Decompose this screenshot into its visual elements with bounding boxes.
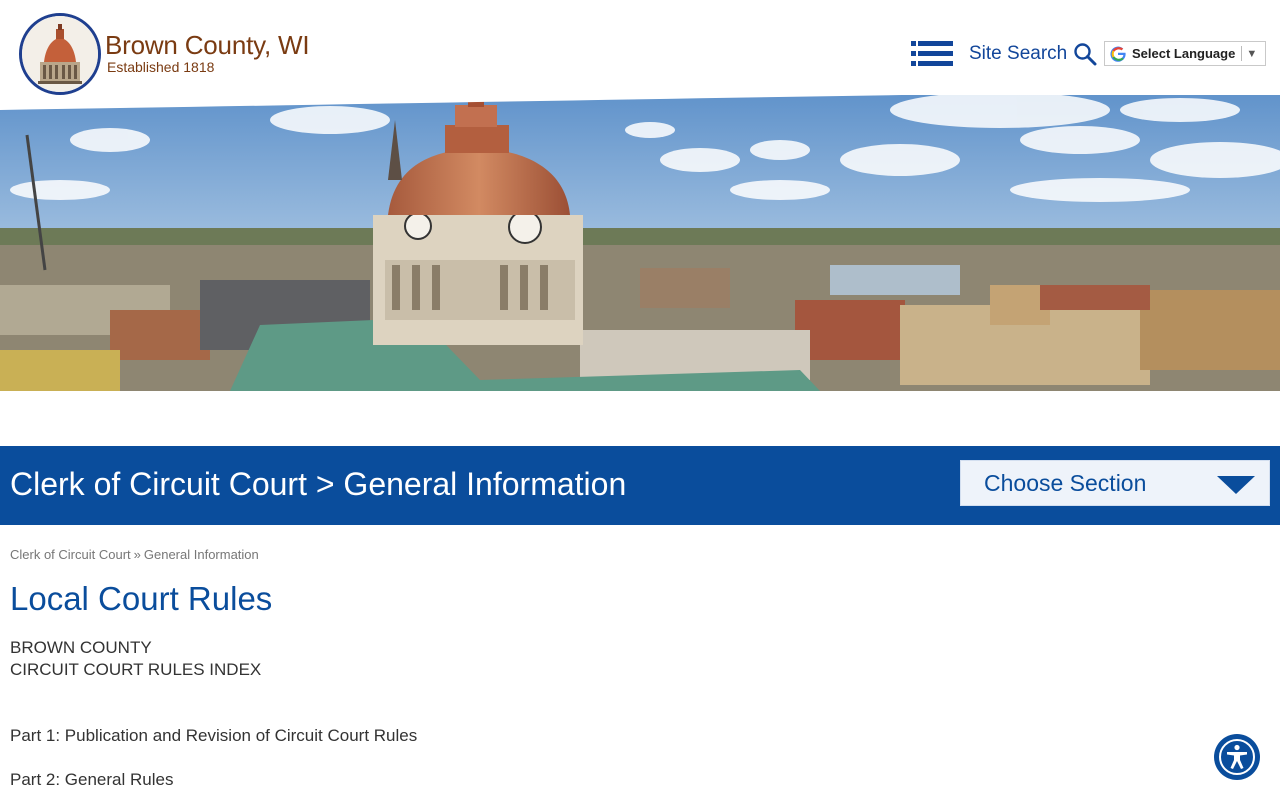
- hamburger-menu-button[interactable]: [911, 41, 953, 67]
- rules-part-1: Part 1: Publication and Revision of Circ…: [10, 726, 418, 745]
- chevron-down-icon: [1217, 476, 1255, 494]
- page-heading: Clerk of Circuit Court > General Informa…: [10, 466, 627, 502]
- breadcrumb-separator: »: [133, 547, 141, 562]
- content-line-rules-index: CIRCUIT COURT RULES INDEX: [10, 660, 262, 679]
- choose-section-label: Choose Section: [984, 470, 1147, 496]
- content-title: Local Court Rules: [10, 580, 273, 617]
- courthouse-icon: [22, 16, 98, 92]
- choose-section-dropdown[interactable]: Choose Section: [960, 460, 1270, 506]
- accessibility-button[interactable]: [1214, 734, 1260, 780]
- breadcrumb: Clerk of Circuit Court» General Informati…: [10, 547, 259, 562]
- site-name[interactable]: Brown County, WI: [105, 30, 310, 61]
- accessibility-icon: [1219, 739, 1255, 775]
- breadcrumb-link-clerk[interactable]: Clerk of Circuit Court: [10, 547, 131, 562]
- language-select-label: Select Language: [1132, 46, 1236, 61]
- search-icon: [1074, 43, 1097, 66]
- hero-banner: [0, 80, 1280, 391]
- county-seal-logo[interactable]: [19, 13, 101, 95]
- page-title-bar: Clerk of Circuit Court > General Informa…: [0, 446, 1280, 525]
- breadcrumb-link-general-information[interactable]: General Information: [144, 547, 259, 562]
- site-header: Brown County, WI Established 1818 Site S…: [0, 0, 1280, 95]
- content-line-county: BROWN COUNTY: [10, 638, 152, 657]
- google-translate-icon: [1110, 46, 1126, 62]
- site-search-label: Site Search: [969, 43, 1068, 64]
- language-select-divider: [1241, 46, 1243, 61]
- site-search-button[interactable]: Site Search: [969, 40, 1097, 68]
- hero-image-courthouse: [0, 80, 1280, 391]
- site-tagline: Established 1818: [107, 59, 215, 75]
- language-select[interactable]: Select Language ▼: [1104, 41, 1266, 66]
- rules-part-2: Part 2: General Rules: [10, 770, 174, 789]
- dropdown-arrow-icon: ▼: [1246, 47, 1258, 60]
